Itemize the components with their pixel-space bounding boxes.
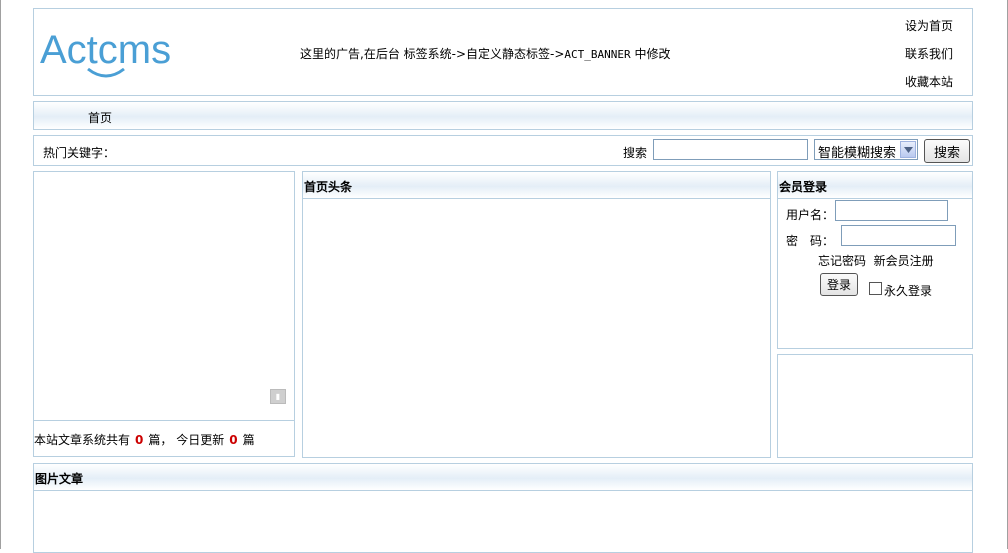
search-mode-select[interactable]: 智能模糊搜索 xyxy=(814,139,918,161)
site-logo[interactable]: Actcms xyxy=(38,23,208,85)
site-header: Actcms 这里的广告,在后台 标签系统->自定义静态标签->ACT_BANN… xyxy=(33,8,973,96)
bookmark-site-link[interactable]: 收藏本站 xyxy=(905,73,953,90)
remember-me-checkbox[interactable] xyxy=(869,282,882,295)
contact-us-link[interactable]: 联系我们 xyxy=(905,45,953,62)
login-panel-title: 会员登录 xyxy=(778,172,972,199)
password-label: 密 码： xyxy=(786,234,835,248)
left-panel: ▮ 本站文章系统共有 0 篇， 今日更新 0 篇 xyxy=(33,171,295,457)
banner-suffix: 中修改 xyxy=(630,47,671,61)
banner-code: ACT_BANNER xyxy=(564,48,631,61)
forgot-password-link[interactable]: 忘记密码 xyxy=(818,254,866,268)
picture-articles-panel: 图片文章 xyxy=(33,463,973,553)
search-bar: 热门关键字： 搜索 智能模糊搜索 搜索 xyxy=(33,135,973,166)
hot-keywords-label: 热门关键字： xyxy=(43,146,116,160)
search-label: 搜索 xyxy=(623,146,648,160)
right-lower-panel xyxy=(777,354,973,458)
username-label: 用户名： xyxy=(786,208,835,222)
article-stats: 本站文章系统共有 0 篇， 今日更新 0 篇 xyxy=(34,431,255,448)
main-nav: 首页 xyxy=(33,101,973,130)
left-panel-divider xyxy=(34,420,294,421)
chevron-down-icon[interactable] xyxy=(900,141,916,158)
username-field[interactable] xyxy=(835,200,948,221)
search-input[interactable] xyxy=(653,139,808,160)
logo-text: Actcms xyxy=(40,28,171,72)
stats-mid: 篇， 今日更新 xyxy=(148,433,225,447)
login-button[interactable]: 登录 xyxy=(820,273,858,296)
banner-ad-text: 这里的广告,在后台 标签系统->自定义静态标签->ACT_BANNER 中修改 xyxy=(300,45,670,62)
remember-me-label: 永久登录 xyxy=(884,284,933,298)
member-login-panel: 会员登录 用户名： 密 码： 忘记密码 新会员注册 登录 永久登录 xyxy=(777,171,973,349)
search-button[interactable]: 搜索 xyxy=(924,139,970,163)
headline-panel-title: 首页头条 xyxy=(303,172,770,199)
today-update-count: 0 xyxy=(229,433,238,447)
nav-item-home[interactable]: 首页 xyxy=(88,109,112,126)
password-field[interactable] xyxy=(841,225,956,246)
stats-suffix: 篇 xyxy=(242,433,255,447)
scroll-icon[interactable]: ▮ xyxy=(270,389,286,404)
headline-panel: 首页头条 xyxy=(302,171,771,458)
search-mode-value: 智能模糊搜索 xyxy=(818,146,897,161)
set-homepage-link[interactable]: 设为首页 xyxy=(905,17,953,34)
login-links: 忘记密码 新会员注册 xyxy=(818,252,934,269)
picture-articles-title: 图片文章 xyxy=(34,464,972,491)
banner-prefix: 这里的广告,在后台 标签系统->自定义静态标签-> xyxy=(300,47,565,61)
stats-prefix: 本站文章系统共有 xyxy=(34,433,131,447)
total-article-count: 0 xyxy=(135,433,144,447)
register-link[interactable]: 新会员注册 xyxy=(874,254,934,268)
